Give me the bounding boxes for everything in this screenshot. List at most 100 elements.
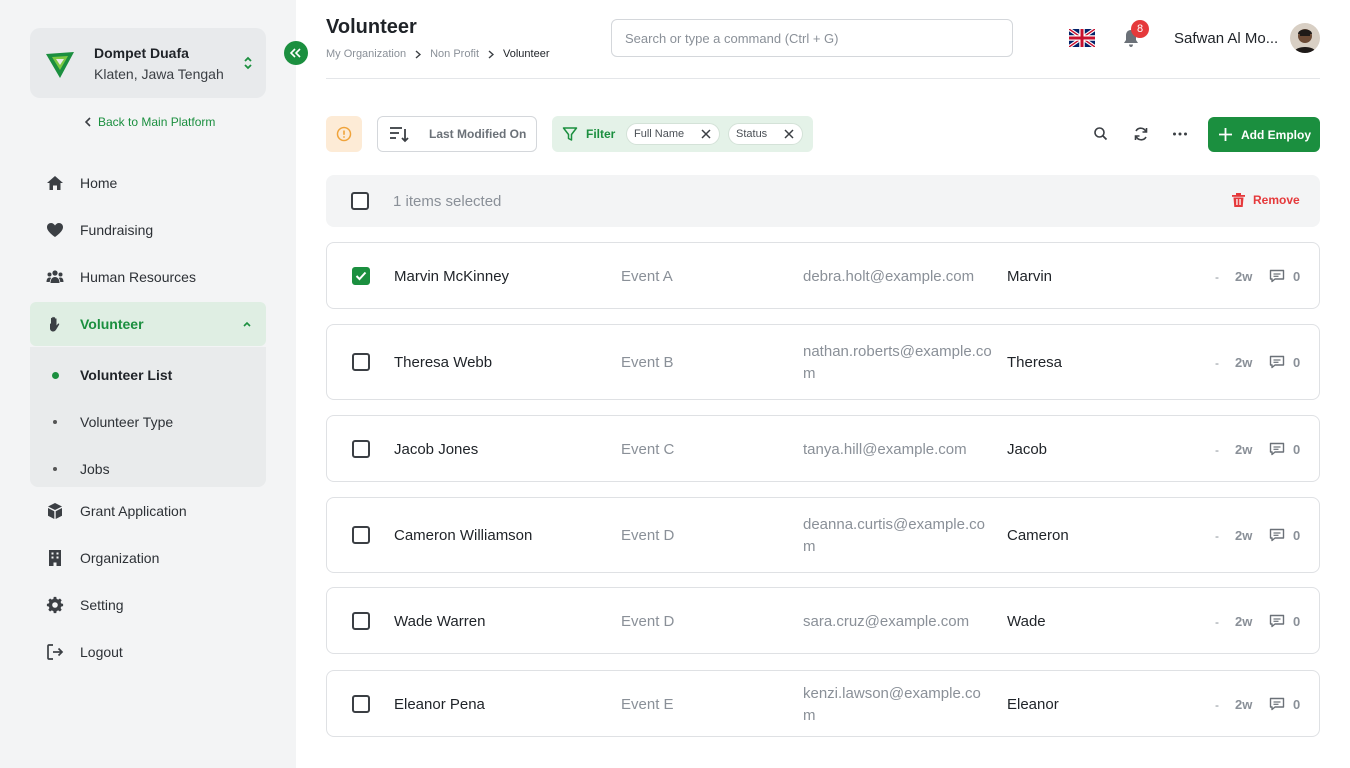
comment-count: 0 [1293,441,1301,457]
row-checkbox[interactable] [352,694,370,713]
hand-icon [50,316,60,332]
table-row[interactable]: Wade Warren Event D sara.cruz@example.com W… [326,587,1320,654]
org-switcher[interactable]: Dompet Duafa Klaten, Jawa Tengah [30,28,266,98]
home-icon [47,176,63,190]
chevron-right-icon [415,49,422,59]
row-age: 2w [1235,528,1253,543]
row-checkbox[interactable] [352,526,370,544]
volunteer-event: Event A [621,267,673,285]
bullet-icon [53,420,57,424]
notification-badge: 8 [1131,20,1149,38]
volunteer-first-name: Eleanor [1007,695,1059,713]
submenu-item-volunteer-type[interactable]: Volunteer Type [30,402,266,442]
row-dash: - [1215,269,1219,284]
breadcrumb-current: Volunteer [503,48,550,60]
volunteer-name[interactable]: Theresa Webb [394,354,492,371]
sidebar-item-logout[interactable]: Logout [30,630,266,674]
more-icon[interactable] [1171,125,1189,143]
comment-count: 0 [1293,613,1301,629]
select-all-checkbox[interactable] [351,192,369,210]
search-input[interactable] [611,19,1013,57]
comment-icon[interactable] [1269,442,1285,456]
gear-icon [46,596,64,614]
row-checkbox[interactable] [352,266,370,285]
remove-button[interactable]: Remove [1232,193,1300,207]
volunteer-event: Event B [621,354,674,371]
filter-chip-status[interactable]: Status [728,123,803,145]
submenu-item-label: Volunteer Type [80,414,174,430]
collapse-sidebar-button[interactable] [284,41,308,65]
volunteer-email: nathan.roberts@example.com [803,343,992,382]
table-row[interactable]: Theresa Webb Event B nathan.roberts@exampl… [326,324,1320,400]
refresh-icon[interactable] [1132,125,1150,143]
close-icon[interactable] [701,129,711,139]
filter-chip-full-name[interactable]: Full Name [626,123,720,145]
back-to-main-platform-link[interactable]: Back to Main Platform [85,115,215,129]
row-checkbox[interactable] [352,439,370,458]
chevron-left-icon [85,117,91,127]
sidebar-item-organization[interactable]: Organization [30,536,266,580]
comment-icon[interactable] [1269,697,1285,711]
volunteer-name[interactable]: Wade Warren [394,613,485,630]
org-name: Dompet Duafa [94,45,189,61]
sidebar-item-human-resources[interactable]: Human Resources [30,255,266,299]
table-row[interactable]: Jacob Jones Event C tanya.hill@example.com… [326,415,1320,482]
filter-icon[interactable] [562,126,578,142]
user-name[interactable]: Safwan Al Mo... [1174,30,1278,47]
selected-count: 1 items selected [393,193,502,210]
uk-flag-icon[interactable] [1069,29,1095,47]
org-logo-icon [46,52,74,78]
comment-icon[interactable] [1269,269,1285,283]
box-icon [48,503,62,519]
breadcrumb-item[interactable]: My Organization [326,48,406,60]
table-row[interactable]: Cameron Williamson Event D deanna.curtis@e… [326,497,1320,573]
check-icon [355,271,367,280]
submenu-item-volunteer-list[interactable]: Volunteer List [30,355,266,395]
row-dash: - [1215,529,1219,543]
volunteer-event: Event D [621,527,675,544]
filter-label[interactable]: Filter [586,127,615,141]
volunteer-first-name: Theresa [1007,354,1063,371]
row-checkbox[interactable] [352,353,370,371]
sidebar-item-setting[interactable]: Setting [30,583,266,627]
info-button[interactable] [326,116,362,152]
volunteer-email: debra.holt@example.com [803,267,975,285]
sidebar-item-volunteer[interactable]: Volunteer [30,302,266,346]
comment-count: 0 [1293,355,1301,370]
remove-label: Remove [1253,193,1300,207]
volunteer-event: Event C [621,440,675,458]
add-button-label: Add Employ [1241,127,1312,142]
volunteer-email: tanya.hill@example.com [803,440,967,458]
chevron-up-down-icon[interactable] [242,54,254,72]
table-row[interactable]: Marvin McKinney Event A debra.holt@example… [326,242,1320,309]
comment-icon[interactable] [1269,528,1285,542]
volunteer-submenu: Volunteer List Volunteer Type Jobs [30,347,266,487]
volunteer-name[interactable]: Eleanor Pena [394,696,485,713]
volunteer-name[interactable]: Cameron Williamson [394,527,532,544]
submenu-item-jobs[interactable]: Jobs [30,449,266,489]
chevron-right-icon [488,49,495,59]
volunteer-name[interactable]: Jacob Jones [394,441,478,458]
volunteer-name[interactable]: Marvin McKinney [394,268,509,285]
comment-icon[interactable] [1269,355,1285,369]
sidebar-item-label: Logout [80,644,123,660]
sidebar-item-home[interactable]: Home [30,161,266,205]
row-checkbox[interactable] [352,611,370,630]
search-icon[interactable] [1092,125,1110,143]
sidebar-item-label: Organization [80,550,160,566]
sidebar-item-fundraising[interactable]: Fundraising [30,208,266,252]
table-row[interactable]: Eleanor Pena Event E kenzi.lawson@example.… [326,670,1320,737]
row-dash: - [1215,442,1219,457]
breadcrumb-item[interactable]: Non Profit [430,48,479,60]
sidebar-item-grant-application[interactable]: Grant Application [30,489,266,533]
logout-icon [47,644,64,660]
row-age: 2w [1235,441,1253,457]
alert-circle-icon [336,126,352,142]
sort-button[interactable]: Last Modified On [377,116,537,152]
volunteer-email: sara.cruz@example.com [803,612,970,630]
close-icon[interactable] [784,129,794,139]
avatar[interactable] [1290,23,1320,53]
comment-icon[interactable] [1269,614,1285,628]
filter-bar: Filter Full Name Status [552,116,813,152]
add-employee-button[interactable]: Add Employ [1208,117,1320,152]
